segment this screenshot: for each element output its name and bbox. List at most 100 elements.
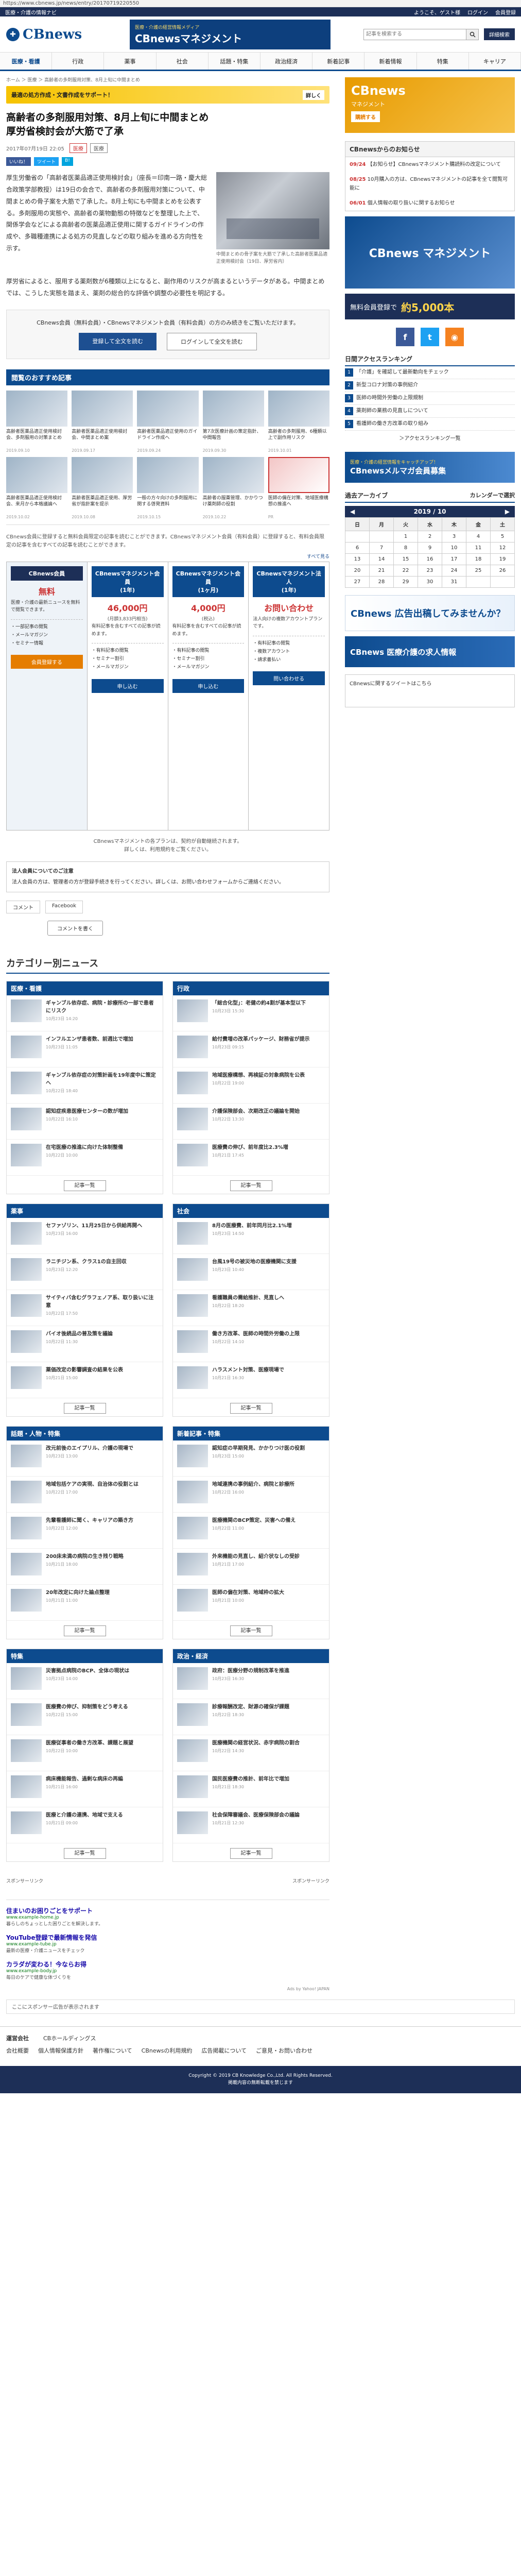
category-item[interactable]: 働き方改革、医師の時間外労働の上限 10月22日 14:10 <box>173 1326 329 1362</box>
recommend-item[interactable]: 第7次医療計画の策定指針、中間報告 2019.09.30 <box>202 390 264 453</box>
calendar-icon[interactable]: カレンダーで選択 <box>470 491 515 500</box>
category-more-button[interactable]: 記事一覧 <box>63 1625 106 1636</box>
calendar-day[interactable]: 9 <box>418 542 442 554</box>
ads-by[interactable]: Ads by Yahoo! JAPAN <box>6 1987 329 1991</box>
category-more-button[interactable]: 記事一覧 <box>63 1848 106 1859</box>
login-link[interactable]: ログイン <box>467 8 488 16</box>
promo-button[interactable]: 詳しく <box>303 90 324 100</box>
recommend-item[interactable]: 高齢者医薬品適正使用検討会、来月から本格議論へ 2019.10.02 <box>6 456 68 519</box>
category-item[interactable]: セファゾリン、11月25日から供給再開へ 10月23日 16:00 <box>7 1218 163 1254</box>
category-heading[interactable]: 政治・経済 <box>173 1649 329 1663</box>
plan-button[interactable]: 申し込む <box>91 679 164 693</box>
category-item[interactable]: 先輩看護師に聞く、キャリアの築き方 10月22日 12:00 <box>7 1513 163 1549</box>
side-news-item[interactable]: 09/24 【お知らせ】CBnewsマネジメント購読料の改定について <box>345 157 514 172</box>
category-item[interactable]: 災害拠点病院のBCP、全体の現状は 10月23日 14:00 <box>7 1663 163 1699</box>
calendar-day[interactable]: 31 <box>442 576 466 588</box>
calendar-day[interactable]: 19 <box>490 553 515 565</box>
category-item[interactable]: 地域医療構想、再検証の対象病院を公表 10月22日 19:00 <box>173 1067 329 1104</box>
tweet-button[interactable]: ツイート <box>34 157 59 166</box>
category-item[interactable]: ギャンブル依存症、病院・診療所の一部で患者にリスク 10月23日 14:20 <box>7 995 163 1031</box>
side-mm-banner[interactable]: CBnews マネジメント <box>345 216 515 289</box>
category-item[interactable]: 医療費の伸び、前年度比2.3%増 10月21日 17:45 <box>173 1140 329 1176</box>
recommend-item[interactable]: 高齢者医薬品適正使用検討会、中間まとめ案 2019.09.17 <box>72 390 133 453</box>
calendar-day[interactable]: 10 <box>442 542 466 554</box>
footer-link[interactable]: 著作権について <box>93 2046 132 2055</box>
browser-url[interactable]: https://www.cbnews.jp/news/entry/2017071… <box>0 0 521 7</box>
site-logo[interactable]: ✚ CBnews <box>6 27 114 42</box>
category-item[interactable]: 「総合化型」：老健の約4割が基本型以下 10月23日 15:30 <box>173 995 329 1031</box>
calendar-day[interactable]: 27 <box>345 576 370 588</box>
category-item[interactable]: 20年改定に向けた論点整理 10月21日 11:00 <box>7 1585 163 1621</box>
footer-link[interactable]: 会社概要 <box>6 2046 29 2055</box>
side-banner-top[interactable]: CBnews マネジメント 購読する <box>345 77 515 133</box>
ranking-more-link[interactable]: ＞アクセスランキング一覧 <box>345 431 515 445</box>
register-read-button[interactable]: 登録して全文を読む <box>79 332 157 350</box>
hatena-button[interactable]: B! <box>62 157 73 166</box>
ranking-item[interactable]: 3 医師の時間外労働の上限規制 <box>345 392 515 405</box>
advanced-search-button[interactable]: 詳細検索 <box>484 28 515 40</box>
register-link[interactable]: 会員登録 <box>495 8 516 16</box>
calendar-day[interactable]: 14 <box>369 553 394 565</box>
category-item[interactable]: 政府：医療分野の規制改革を推進 10月23日 16:30 <box>173 1663 329 1699</box>
calendar-day[interactable]: 18 <box>466 553 491 565</box>
calendar-day[interactable]: 24 <box>442 565 466 577</box>
recommend-item[interactable]: 医師の偏在対策、地域医療構想の推進へ PR <box>268 456 329 519</box>
recommend-item[interactable]: 高齢者の多剤服用、6種類以上で副作用リスク 2019.10.01 <box>268 390 329 453</box>
calendar-day[interactable]: 15 <box>393 553 418 565</box>
text-ad[interactable]: カラダが変わる！今ならお得 www.example-body.jp 毎日のケアで健康… <box>6 1960 329 1980</box>
breadcrumb[interactable]: ホーム ＞ 医療 ＞ 高齢者の多剤服用対策、8月上旬に中間まとめ <box>6 71 329 86</box>
category-heading[interactable]: 医療・看護 <box>7 981 163 995</box>
calendar-day[interactable]: 5 <box>490 531 515 543</box>
category-item[interactable]: 医師の偏在対策、地域枠の拡大 10月21日 10:00 <box>173 1585 329 1621</box>
facebook-like-button[interactable]: いいね！ <box>6 157 31 166</box>
text-ad[interactable]: 住まいのお困りごとをサポート www.example-home.jp 暮らしのちょっ… <box>6 1906 329 1927</box>
category-item[interactable]: 診療報酬改定、財源の確保が課題 10月22日 18:30 <box>173 1699 329 1735</box>
calendar-day[interactable]: 12 <box>490 542 515 554</box>
gnav-item-0[interactable]: 医療・看護 <box>0 53 53 70</box>
recommend-item[interactable]: 高齢者医薬品適正使用検討会、多剤服用の対策まとめ 2019.09.10 <box>6 390 68 453</box>
calendar-day[interactable]: 22 <box>393 565 418 577</box>
plan-button[interactable]: 問い合わせる <box>253 671 325 686</box>
utility-home[interactable]: 医療・介護の情報ナビ <box>5 8 57 16</box>
gnav-item-5[interactable]: 政治経済 <box>260 53 313 70</box>
category-item[interactable]: サイティバ含むグラフェノア系、取り扱いに注意 10月22日 17:50 <box>7 1290 163 1326</box>
text-ad[interactable]: YouTube登録で最新情報を発信 www.example-tube.jp 最新の医… <box>6 1933 329 1954</box>
facebook-tab[interactable]: Facebook <box>45 900 83 913</box>
recommend-item[interactable]: 高齢者の服薬管理、かかりつけ薬剤師の役割 2019.10.22 <box>202 456 264 519</box>
gnav-item-4[interactable]: 話題・特集 <box>209 53 261 70</box>
category-item[interactable]: 薬価改定の影響調査の結果を公表 10月21日 15:00 <box>7 1362 163 1398</box>
category-item[interactable]: 認知症の早期発見、かかりつけ医の役割 10月23日 15:00 <box>173 1440 329 1477</box>
calendar-day[interactable]: 1 <box>393 531 418 543</box>
facebook-icon[interactable]: f <box>396 328 414 346</box>
bottom-ad[interactable]: ここにスポンサー広告が表示されます <box>6 1999 515 2014</box>
comment-tab[interactable]: コメント <box>6 900 40 913</box>
category-item[interactable]: 医療機関の経営状況、赤字病院の割合 10月22日 14:30 <box>173 1735 329 1771</box>
side-news-item[interactable]: 06/01 個人情報の取り扱いに関するお知らせ <box>345 196 514 211</box>
gnav-item-7[interactable]: 新着情報 <box>364 53 417 70</box>
promo-bar[interactable]: 最適の処方作成・文書作成をサポート！ 詳しく <box>6 86 329 104</box>
category-item[interactable]: 国民医療費の推計、前年比で増加 10月21日 18:30 <box>173 1771 329 1807</box>
calendar-day[interactable]: 29 <box>393 576 418 588</box>
search-input[interactable] <box>363 28 466 40</box>
ranking-item[interactable]: 4 薬剤師の業務の見直しについて <box>345 405 515 418</box>
calendar-day[interactable]: 6 <box>345 542 370 554</box>
subscribe-button[interactable]: 購読する <box>351 111 380 122</box>
calendar-day[interactable]: 30 <box>418 576 442 588</box>
side-news-item[interactable]: 08/25 10月購入の方は、CBnewsマネジメントの記事を全て閲覧可能に <box>345 172 514 196</box>
write-comment-button[interactable]: コメントを書く <box>47 920 103 936</box>
gnav-item-6[interactable]: 新着記事 <box>312 53 365 70</box>
calendar-day[interactable]: 7 <box>369 542 394 554</box>
calendar-day[interactable]: 13 <box>345 553 370 565</box>
footer-link[interactable]: CBホールディングス <box>43 2035 96 2042</box>
gnav-item-9[interactable]: キャリア <box>469 53 521 70</box>
category-item[interactable]: 給付費増の改革パッケージ、財務省が提示 10月23日 09:15 <box>173 1031 329 1067</box>
header-banner[interactable]: 医療・介護の経営情報メディア CBnewsマネジメント <box>130 19 331 49</box>
calendar-day[interactable]: 21 <box>369 565 394 577</box>
category-item[interactable]: 台風19号の被災地の医療機関に支援 10月23日 10:40 <box>173 1254 329 1290</box>
category-item[interactable]: 介護保険部会、次期改正の議論を開始 10月22日 13:30 <box>173 1104 329 1140</box>
calendar-day[interactable]: 28 <box>369 576 394 588</box>
category-item[interactable]: 医療機関のBCP策定、災害への備え 10月22日 11:00 <box>173 1513 329 1549</box>
calendar-day[interactable]: 20 <box>345 565 370 577</box>
category-item[interactable]: 医療従事者の働き方改革、課題と展望 10月22日 10:00 <box>7 1735 163 1771</box>
calendar-day[interactable]: 11 <box>466 542 491 554</box>
